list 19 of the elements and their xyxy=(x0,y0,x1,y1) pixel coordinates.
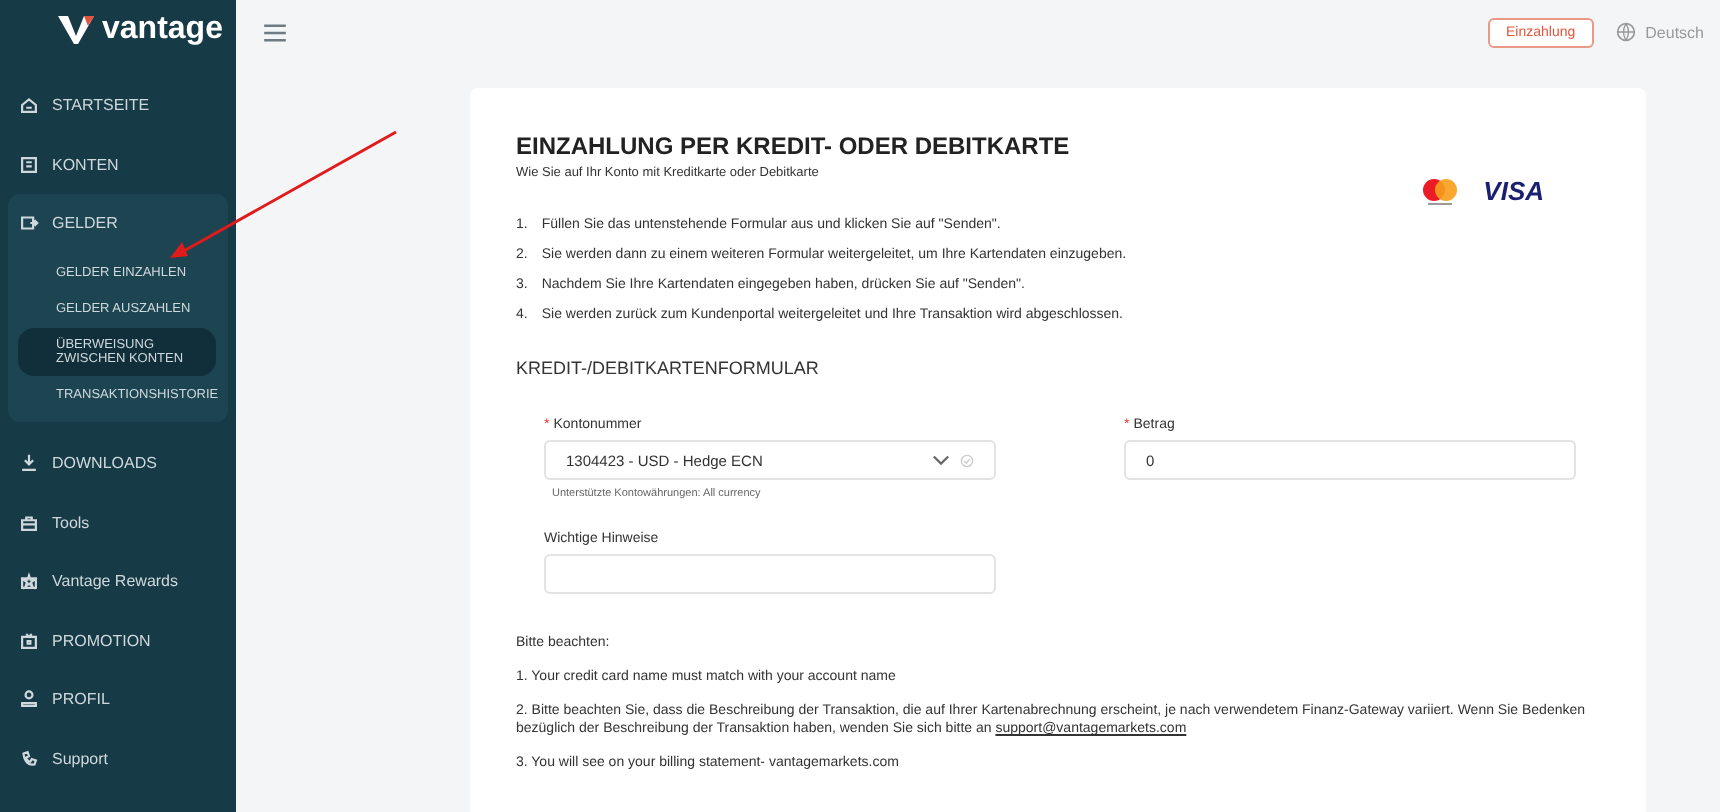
form-title: KREDIT-/DEBITKARTENFORMULAR xyxy=(516,358,821,378)
mastercard-icon xyxy=(1419,177,1460,205)
logo-icon xyxy=(56,14,96,46)
check-circle-icon xyxy=(960,453,974,467)
nav-item[interactable]: Vantage Rewards xyxy=(0,552,236,612)
nav-item[interactable]: GELDER xyxy=(8,194,228,253)
notes-field[interactable] xyxy=(544,554,996,594)
nav-item[interactable]: PROFIL xyxy=(0,670,236,730)
page-title: EINZAHLUNG PER KREDIT- ODER DEBITKARTE xyxy=(516,132,1070,160)
nav-item[interactable]: Tools xyxy=(0,493,236,553)
nav-item[interactable]: KONTEN xyxy=(0,135,236,194)
nav-item[interactable]: STARTSEITE xyxy=(0,76,236,135)
globe-icon[interactable] xyxy=(1615,22,1636,42)
visa-logo: VISA xyxy=(1483,176,1544,206)
nav-item[interactable]: DOWNLOADS xyxy=(0,434,236,494)
nav-item[interactable]: Support xyxy=(0,729,236,789)
chevron-down-icon xyxy=(932,454,950,466)
logo-text: vantage xyxy=(102,12,223,48)
nav-item[interactable]: PROMOTION xyxy=(0,611,236,671)
